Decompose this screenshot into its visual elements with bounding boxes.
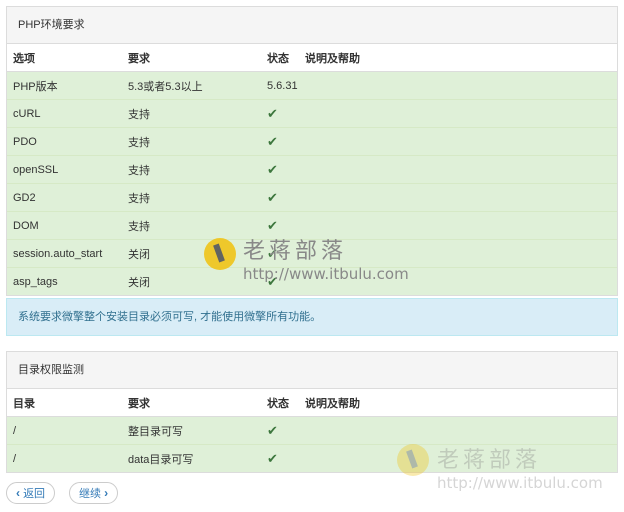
check-icon: ✔ — [261, 183, 299, 212]
writable-notice: 系统要求微擎整个安装目录必须可写, 才能使用微擎所有功能。 — [6, 298, 618, 336]
row-req: 支持 — [122, 211, 261, 240]
col-help: 说明及帮助 — [299, 44, 617, 72]
row-req: 支持 — [122, 127, 261, 156]
check-icon: ✔ — [261, 444, 299, 472]
check-icon: ✔ — [261, 267, 299, 295]
col-directory: 目录 — [7, 389, 122, 417]
col-requirement: 要求 — [122, 44, 261, 72]
table-row: PDO 支持 ✔ — [7, 127, 617, 156]
check-icon: ✔ — [261, 211, 299, 240]
env-table: 选项 要求 状态 说明及帮助 PHP版本 5.3或者5.3以上 5.6.31 c… — [7, 44, 617, 295]
table-row: / 整目录可写 ✔ — [7, 416, 617, 445]
check-icon: ✔ — [261, 416, 299, 445]
check-icon: ✔ — [261, 155, 299, 184]
next-label: 继续 — [79, 488, 101, 500]
col-status: 状态 — [261, 44, 299, 72]
dir-permission-panel: 目录权限监测 目录 要求 状态 说明及帮助 / 整目录可写 ✔ / data目录… — [6, 351, 618, 473]
row-item: asp_tags — [7, 267, 122, 295]
table-row: session.auto_start 关闭 ✔ — [7, 239, 617, 268]
chevron-left-icon: ‹ — [16, 486, 20, 500]
table-row: GD2 支持 ✔ — [7, 183, 617, 212]
watermark-url: http://www.itbulu.com — [437, 474, 603, 492]
table-row: cURL 支持 ✔ — [7, 99, 617, 128]
env-panel-title: PHP环境要求 — [7, 7, 617, 44]
col-option: 选项 — [7, 44, 122, 72]
row-req: 支持 — [122, 155, 261, 184]
row-help — [299, 211, 617, 240]
dir-table: 目录 要求 状态 说明及帮助 / 整目录可写 ✔ / data目录可写 ✔ — [7, 389, 617, 472]
row-item: openSSL — [7, 155, 122, 184]
row-item: DOM — [7, 211, 122, 240]
table-row: asp_tags 关闭 ✔ — [7, 267, 617, 295]
back-label: 返回 — [23, 488, 46, 500]
row-help — [299, 444, 617, 472]
table-row: DOM 支持 ✔ — [7, 211, 617, 240]
row-req: 关闭 — [122, 267, 261, 295]
check-icon: ✔ — [261, 127, 299, 156]
chevron-right-icon: › — [104, 486, 109, 500]
row-req: data目录可写 — [122, 444, 261, 472]
watermark-logo-icon — [204, 238, 236, 270]
row-item: PDO — [7, 127, 122, 156]
row-help — [299, 267, 617, 295]
row-dir: / — [7, 444, 122, 472]
col-status: 状态 — [261, 389, 299, 417]
row-help — [299, 155, 617, 184]
table-row: openSSL 支持 ✔ — [7, 155, 617, 184]
dir-table-header: 目录 要求 状态 说明及帮助 — [7, 389, 617, 417]
row-req: 关闭 — [122, 239, 261, 268]
table-row: PHP版本 5.3或者5.3以上 5.6.31 — [7, 71, 617, 100]
col-requirement: 要求 — [122, 389, 261, 417]
row-dir: / — [7, 416, 122, 445]
row-item: cURL — [7, 99, 122, 128]
back-button[interactable]: ‹ 返回 — [6, 482, 56, 504]
row-help — [299, 71, 617, 100]
dir-panel-title: 目录权限监测 — [7, 352, 617, 389]
next-button[interactable]: 继续 › — [69, 482, 119, 504]
row-item: session.auto_start — [7, 239, 122, 268]
row-req: 支持 — [122, 99, 261, 128]
row-item: GD2 — [7, 183, 122, 212]
watermark-logo-icon — [397, 444, 429, 476]
row-help — [299, 127, 617, 156]
row-help — [299, 239, 617, 268]
row-req: 支持 — [122, 183, 261, 212]
row-help — [299, 99, 617, 128]
row-help — [299, 183, 617, 212]
row-req: 5.3或者5.3以上 — [122, 71, 261, 100]
col-help: 说明及帮助 — [299, 389, 617, 417]
table-row: / data目录可写 ✔ — [7, 444, 617, 472]
env-table-header: 选项 要求 状态 说明及帮助 — [7, 44, 617, 72]
row-item: PHP版本 — [7, 71, 122, 100]
env-requirements-panel: PHP环境要求 选项 要求 状态 说明及帮助 PHP版本 5.3或者5.3以上 … — [6, 6, 618, 296]
row-status: 5.6.31 — [261, 71, 299, 100]
check-icon: ✔ — [261, 99, 299, 128]
row-help — [299, 416, 617, 445]
check-icon: ✔ — [261, 239, 299, 268]
row-req: 整目录可写 — [122, 416, 261, 445]
